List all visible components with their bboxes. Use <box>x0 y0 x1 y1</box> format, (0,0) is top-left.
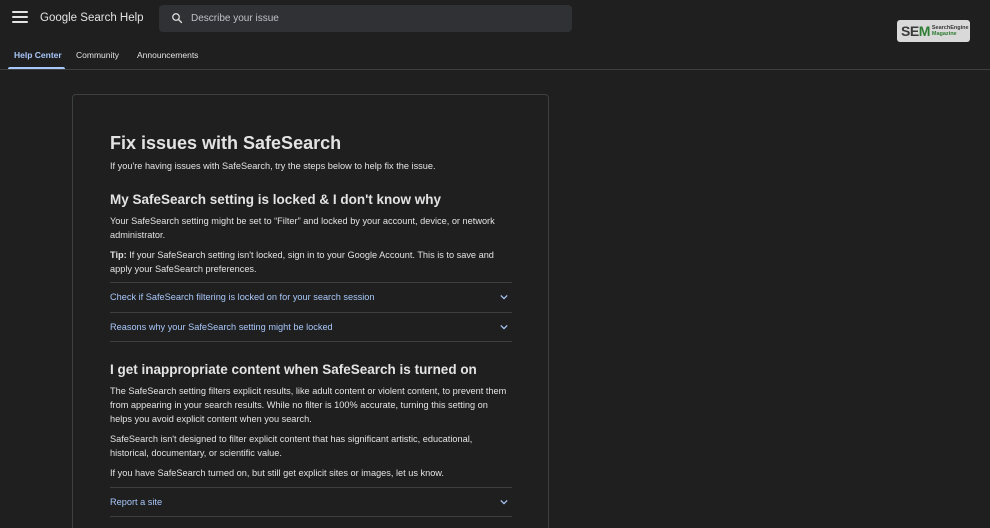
logo-subtitle: SearchEngine Magazine <box>932 25 969 37</box>
logo-text-se: SE <box>901 23 919 39</box>
accordion-report-site[interactable]: Report a site <box>110 487 512 517</box>
accordion-check-locked[interactable]: Check if SafeSearch filtering is locked … <box>110 282 512 312</box>
search-box[interactable] <box>159 5 572 32</box>
tip-body: If your SafeSearch setting isn't locked,… <box>110 250 494 274</box>
tab-community[interactable]: Community <box>76 50 119 60</box>
search-icon[interactable] <box>171 12 183 24</box>
active-tab-indicator <box>8 67 65 69</box>
tab-help-center[interactable]: Help Center <box>14 50 62 60</box>
section-inappropriate-body-1: The SafeSearch setting filters explicit … <box>110 386 507 424</box>
accordion-label[interactable]: Report a site <box>110 497 162 507</box>
section-locked-body: Your SafeSearch setting might be set to … <box>110 216 495 240</box>
search-input[interactable] <box>191 5 561 32</box>
top-bar: Google Search Help SEM SearchEngine Maga… <box>0 0 990 42</box>
article-card: Fix issues with SafeSearch If you're hav… <box>72 94 549 528</box>
accordion-label[interactable]: Reasons why your SafeSearch setting migh… <box>110 322 333 332</box>
sem-logo: SE M SearchEngine Magazine <box>897 20 970 42</box>
accordion-reasons-locked[interactable]: Reasons why your SafeSearch setting migh… <box>110 312 512 342</box>
page-title: Fix issues with SafeSearch <box>110 133 342 153</box>
chevron-down-icon[interactable] <box>500 294 508 300</box>
hamburger-menu-icon[interactable] <box>12 11 28 25</box>
tab-announcements[interactable]: Announcements <box>137 50 198 60</box>
tip-label: Tip: <box>110 250 127 260</box>
logo-sub-magazine: Magazine <box>931 31 957 37</box>
chevron-down-icon[interactable] <box>500 324 508 330</box>
section-inappropriate-body-2: SafeSearch isn't designed to filter expl… <box>110 434 473 458</box>
accordion-label[interactable]: Check if SafeSearch filtering is locked … <box>110 292 375 302</box>
intro-text: If you're having issues with SafeSearch,… <box>110 161 436 171</box>
logo-text-m: M <box>918 23 931 39</box>
section-inappropriate-body-3: If you have SafeSearch turned on, but st… <box>110 468 444 478</box>
tip-text: Tip: If your SafeSearch setting isn't lo… <box>110 248 512 276</box>
section-heading-inappropriate: I get inappropriate content when SafeSea… <box>110 362 477 377</box>
chevron-down-icon[interactable] <box>500 499 508 505</box>
nav-tabs: Help Center Community Announcements <box>0 40 990 70</box>
app-title[interactable]: Google Search Help <box>40 12 144 24</box>
section-heading-locked: My SafeSearch setting is locked & I don'… <box>110 192 442 207</box>
